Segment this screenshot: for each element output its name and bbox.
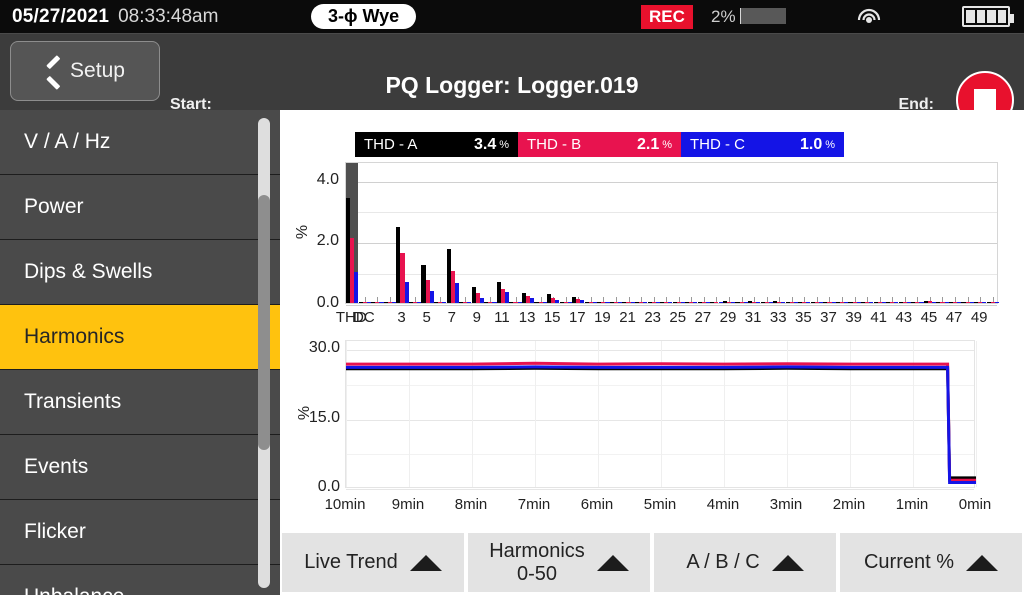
sidebar-item-transients[interactable]: Transients [0,370,280,435]
sidebar-item-flicker[interactable]: Flicker [0,500,280,565]
sidebar-item-v-a-hz[interactable]: V / A / Hz [0,110,280,175]
trend-x-tick-label: 0min [940,496,1010,513]
status-time: 08:33:48am [118,6,218,28]
sidebar-item-label: Unbalance [24,585,124,595]
live-trend-chart[interactable]: %0.015.030.010min9min8min7min6min5min4mi… [280,110,1024,530]
trend-x-tick-label: 5min [625,496,695,513]
sidebar-scrollbar-thumb[interactable] [258,195,270,450]
wireless-signal-icon [855,5,883,29]
vertical-gridline [976,341,977,487]
sidebar-item-label: Harmonics [24,325,124,349]
trend-plot-area [345,340,975,488]
trend-x-tick-label: 1min [877,496,947,513]
toolbar-button-label: Harmonics0-50 [489,540,585,586]
toolbar-button-a-b-c[interactable]: A / B / C [654,533,836,592]
wiring-config-badge[interactable]: 3-ϕ Wye [311,4,416,29]
triangle-up-icon [772,555,804,571]
status-bar: 05/27/2021 08:33:48am 3-ϕ Wye REC 2% [0,0,1024,34]
sidebar-item-dips-swells[interactable]: Dips & Swells [0,240,280,305]
sidebar-item-events[interactable]: Events [0,435,280,500]
toolbar-button-harmonics[interactable]: Harmonics0-50 [468,533,650,592]
trend-lines [346,341,976,489]
memory-percent-label: 2% [711,7,736,27]
trend-x-tick-label: 8min [436,496,506,513]
trend-y-tick-label: 30.0 [290,339,340,357]
battery-full-icon [962,6,1010,27]
gridline [346,489,974,490]
trend-y-tick-label: 15.0 [290,409,340,427]
pq-logger-screen: 05/27/2021 08:33:48am 3-ϕ Wye REC 2% Set… [0,0,1024,595]
trend-x-tick-label: 10min [310,496,380,513]
toolbar-button-live-trend[interactable]: Live Trend [282,533,464,592]
measurement-content: THD - A3.4%THD - B2.1%THD - C1.0% %0.02.… [280,110,1024,530]
sidebar-item-label: Events [24,455,88,479]
trend-x-tick-label: 9min [373,496,443,513]
memory-progress-fill [740,8,741,24]
memory-progress-bar [740,8,786,24]
sidebar-item-label: Transients [24,390,121,414]
sidebar-item-harmonics[interactable]: Harmonics [0,305,280,370]
sidebar-item-label: Dips & Swells [24,260,152,284]
sidebar-item-label: Power [24,195,84,219]
app-header: Setup PQ Logger: Logger.019 Start: Thu 0… [0,34,1024,110]
toolbar-button-label-line2: 0-50 [489,563,585,586]
trend-x-tick-label: 7min [499,496,569,513]
status-date: 05/27/2021 [12,6,109,28]
toolbar-button-label: Current % [864,551,954,574]
stop-record-icon [974,89,996,111]
sidebar-item-label: V / A / Hz [24,130,110,154]
trend-x-tick-label: 4min [688,496,758,513]
sidebar-item-power[interactable]: Power [0,175,280,240]
triangle-up-icon [597,555,629,571]
toolbar-button-label: A / B / C [686,551,759,574]
trend-x-tick-label: 3min [751,496,821,513]
sidebar-menu: V / A / Hz Power Dips & Swells Harmonics Tra… [0,110,280,595]
toolbar-button-label-line1: Harmonics [489,540,585,563]
trend-x-tick-label: 6min [562,496,632,513]
triangle-up-icon [966,555,998,571]
recording-badge: REC [641,5,693,29]
sidebar-item-label: Flicker [24,520,86,544]
triangle-up-icon [410,555,442,571]
page-title: PQ Logger: Logger.019 [0,72,1024,99]
toolbar-button-current[interactable]: Current % [840,533,1022,592]
toolbar-button-label: Live Trend [304,551,397,574]
trend-x-tick-label: 2min [814,496,884,513]
sidebar-item-unbalance[interactable]: Unbalance [0,565,280,595]
trend-y-tick-label: 0.0 [290,478,340,496]
bottom-toolbar: Live Trend Harmonics0-50 A / B / C Current … [280,530,1024,595]
